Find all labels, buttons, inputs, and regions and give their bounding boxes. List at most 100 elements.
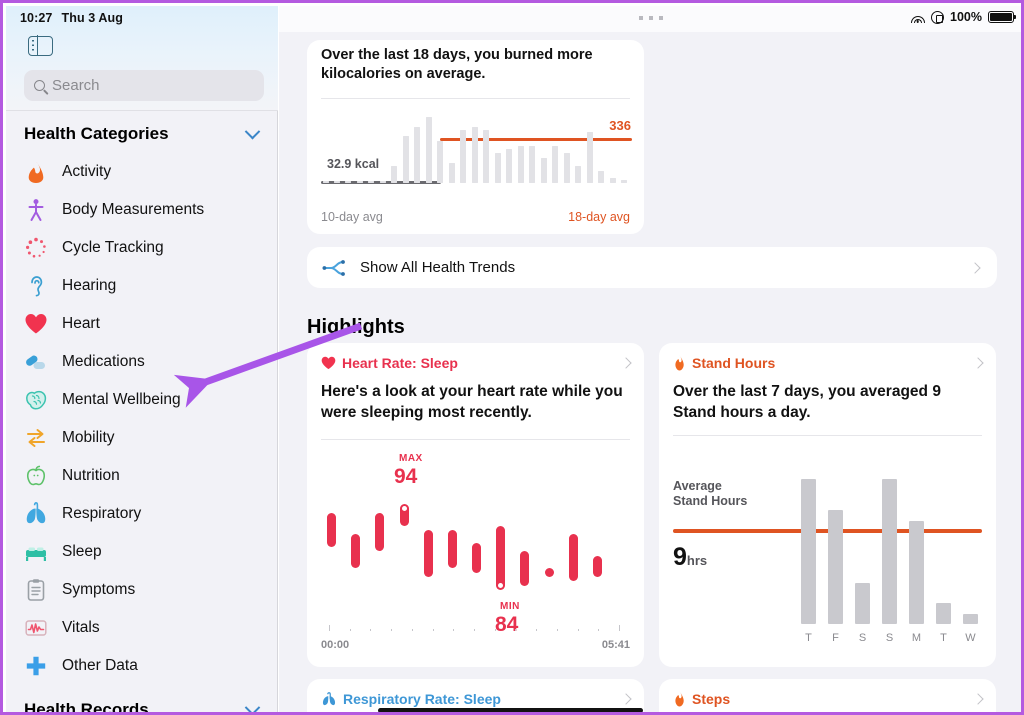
sidebar-item-hearing[interactable]: Hearing (6, 267, 278, 305)
rotation-lock-icon (931, 10, 945, 24)
sidebar-item-label: Mental Wellbeing (62, 391, 181, 408)
main-status-bar: 100% (279, 6, 1021, 32)
sidebar-item-sleep[interactable]: Sleep (6, 533, 278, 571)
card-header: Respiratory Rate: Sleep (321, 691, 632, 707)
trend-bar (609, 177, 616, 183)
show-all-health-trends-row[interactable]: Show All Health Trends (307, 247, 997, 288)
trend-baseline-label: 32.9 kcal (327, 157, 380, 171)
chart-axis (321, 625, 630, 631)
axis-tick (370, 629, 372, 631)
stand-hours-day-label: F (832, 632, 839, 644)
max-marker (400, 505, 408, 513)
sidebar-item-cycle-tracking[interactable]: Cycle Tracking (6, 229, 278, 267)
sidebar-item-vitals[interactable]: Vitals (6, 609, 278, 647)
pills-icon (26, 355, 45, 369)
heart-rate-range-bar (399, 504, 409, 526)
sidebar-item-symptoms[interactable]: Symptoms (6, 571, 278, 609)
axis-tick (619, 625, 620, 631)
status-bar-right: 100% (910, 10, 1017, 24)
card-title: Steps (692, 691, 731, 707)
sidebar-item-label: Sleep (62, 543, 102, 560)
sidebar-item-activity[interactable]: Activity (6, 153, 278, 191)
trend-bar (391, 166, 398, 183)
sidebar-item-mental-wellbeing[interactable]: Mental Wellbeing (6, 381, 278, 419)
chevron-right-icon[interactable] (972, 357, 984, 369)
flame-icon (28, 161, 44, 183)
ear-icon (31, 276, 43, 297)
activity-trend-card[interactable]: Over the last 18 days, you burned more k… (307, 40, 644, 234)
divider (321, 98, 630, 99)
axis-tick (432, 629, 434, 631)
clipboard-icon (27, 579, 45, 601)
trend-footer-left: 10-day avg (321, 210, 383, 224)
axis-tick (411, 629, 413, 631)
stand-hours-bar (882, 479, 897, 624)
sidebar-item-label: Medications (62, 353, 145, 370)
sidebar-item-other-data[interactable]: Other Data (6, 647, 278, 685)
sidebar-item-mobility[interactable]: Mobility (6, 419, 278, 457)
card-header: Stand Hours (673, 355, 984, 371)
average-label-line2: Stand Hours (673, 494, 748, 508)
health-categories-label: Health Categories (24, 124, 169, 143)
mobility-arrows-icon (27, 429, 45, 447)
heart-rate-sleep-card[interactable]: Heart Rate: Sleep Here's a look at your … (307, 343, 644, 667)
sidebar-item-medications[interactable]: Medications (6, 343, 278, 381)
sidebar-item-heart[interactable]: Heart (6, 305, 278, 343)
axis-tick (515, 629, 517, 631)
trend-bar (552, 145, 559, 183)
chevron-right-icon[interactable] (972, 693, 984, 705)
axis-tick (598, 629, 600, 631)
sidebar-item-label: Body Measurements (62, 201, 205, 218)
stand-hours-bar (963, 613, 978, 624)
apple-icon (26, 465, 46, 486)
chevron-down-icon[interactable] (244, 699, 261, 712)
sidebar-toggle-icon[interactable] (28, 35, 53, 56)
sidebar-item-nutrition[interactable]: Nutrition (6, 457, 278, 495)
sidebar-item-label: Vitals (62, 619, 100, 636)
chevron-down-icon[interactable] (244, 123, 261, 139)
stand-hours-day-label: W (965, 632, 976, 644)
sidebar-item-respiratory[interactable]: Respiratory (6, 495, 278, 533)
card-title: Respiratory Rate: Sleep (343, 691, 501, 707)
sidebar-item-label: Nutrition (62, 467, 120, 484)
trend-bar (506, 149, 513, 183)
screenshot-frame: 10:27 Thu 3 Aug Search Health Categories … (0, 0, 1024, 715)
stand-hours-bar (936, 603, 951, 624)
divider (673, 435, 982, 436)
chevron-right-icon[interactable] (620, 693, 632, 705)
trend-bar (575, 166, 582, 183)
average-label-line1: Average (673, 479, 722, 493)
stand-hours-bar (855, 582, 870, 624)
main-content: Over the last 18 days, you burned more k… (279, 6, 1021, 712)
axis-tick (474, 629, 475, 631)
axis-tick (329, 625, 330, 631)
battery-percent: 100% (950, 10, 982, 24)
scroll-container[interactable]: Over the last 18 days, you burned more k… (279, 6, 1021, 712)
card-body-text: Here's a look at your heart rate while y… (321, 383, 623, 421)
axis-tick (577, 629, 579, 631)
card-header: Steps (673, 691, 984, 707)
steps-card[interactable]: Steps (659, 679, 996, 712)
sidebar-item-body-measurements[interactable]: Body Measurements (6, 191, 278, 229)
stand-hours-bar (828, 510, 843, 624)
trend-card-text: Over the last 18 days, you burned more k… (321, 47, 593, 82)
trend-bar (471, 127, 478, 183)
divider (321, 439, 630, 440)
trend-card-chart: 336 32.9 kcal (321, 110, 632, 205)
health-categories-header[interactable]: Health Categories (6, 120, 278, 148)
heart-rate-range-bar (327, 512, 336, 547)
average-number: 9 (673, 543, 687, 571)
stand-hours-chart: Average Stand Hours 9hrs T F S S M T W (673, 447, 982, 652)
window-handle-dots-icon[interactable] (639, 16, 663, 20)
chevron-right-icon[interactable] (620, 357, 632, 369)
show-all-health-trends-label: Show All Health Trends (360, 259, 516, 276)
bed-icon (26, 547, 46, 561)
search-input[interactable]: Search (24, 70, 264, 101)
flame-icon (675, 355, 684, 371)
sidebar-item-label: Symptoms (62, 581, 136, 598)
health-records-header[interactable]: Health Records (6, 696, 278, 712)
axis-tick (536, 629, 538, 631)
stand-hours-card[interactable]: Stand Hours Over the last 7 days, you av… (659, 343, 996, 667)
axis-tick (349, 629, 351, 631)
heart-rate-range-bar (496, 525, 506, 590)
